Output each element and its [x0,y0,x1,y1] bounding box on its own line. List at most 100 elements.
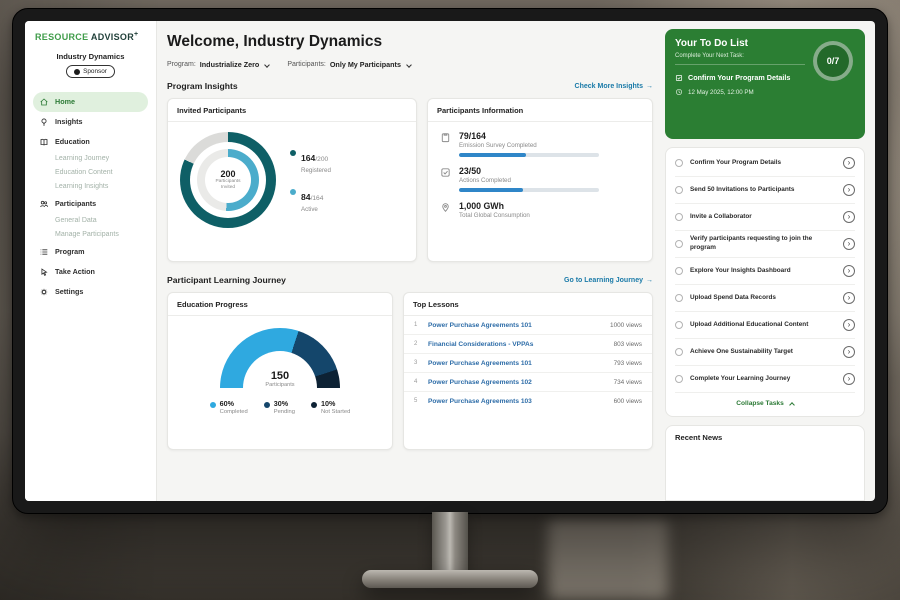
gauge-center-value: 150 [220,370,340,382]
chevron-down-icon [406,62,412,68]
list-icon [39,247,49,257]
task-checkbox[interactable] [675,240,683,248]
task-checkbox[interactable] [675,321,683,329]
lesson-link[interactable]: Power Purchase Agreements 101 [428,322,603,329]
monitor-stand-base [362,570,538,588]
task-checkbox[interactable] [675,267,683,275]
sidebar-item-education-content[interactable]: Education Content [33,166,148,180]
sidebar-item-label: Education [55,137,90,146]
sidebar-item-insights[interactable]: Insights [33,112,148,132]
go-to-learning-journey-link[interactable]: Go to Learning Journey → [564,277,653,284]
task-checkbox[interactable] [675,213,683,221]
arrow-right-icon: → [646,83,653,90]
chevron-right-icon[interactable]: › [843,319,855,331]
lesson-link[interactable]: Power Purchase Agreements 101 [428,360,607,367]
collapse-label: Collapse Tasks [736,400,784,407]
task-checkbox[interactable] [675,348,683,356]
lesson-rank: 2 [414,341,421,347]
lesson-row[interactable]: 4 Power Purchase Agreements 102 734 view… [404,373,652,392]
participants-dropdown[interactable]: Participants: Only My Participants [287,60,411,69]
program-dropdown[interactable]: Program: Industrialize Zero [167,60,269,69]
legend-pending: 30% Pending [264,399,295,415]
stat-global-consumption: 1,000 GWh Total Global Consumption [440,201,640,219]
lesson-views: 600 views [614,398,642,405]
task-row[interactable]: Invite a Collaborator › [675,204,855,231]
sidebar-item-label: Take Action [55,267,95,276]
book-icon [39,137,49,147]
lesson-row[interactable]: 2 Financial Considerations - VPPAs 803 v… [404,335,652,354]
chevron-right-icon[interactable]: › [843,265,855,277]
recent-news-card: Recent News [665,425,865,501]
chevron-right-icon[interactable]: › [843,211,855,223]
sidebar-item-take-action[interactable]: Take Action [33,262,148,282]
top-lessons-card: Top Lessons 1 Power Purchase Agreements … [403,292,653,450]
logo-text-resource: RESOURCE [35,32,88,42]
task-checkbox[interactable] [675,294,683,302]
sidebar-item-settings[interactable]: Settings [33,282,148,302]
progress-bar [459,188,599,192]
sidebar: RESOURCE ADVISOR+ Industry Dynamics Spon… [25,21,157,501]
app-logo: RESOURCE ADVISOR+ [33,31,148,42]
lesson-link[interactable]: Financial Considerations - VPPAs [428,341,607,348]
check-more-insights-link[interactable]: Check More Insights → [575,83,653,90]
lesson-row[interactable]: 1 Power Purchase Agreements 101 1000 vie… [404,316,652,335]
lesson-row[interactable]: 3 Power Purchase Agreements 101 793 view… [404,354,652,373]
learning-journey-header: Participant Learning Journey Go to Learn… [167,275,653,285]
chevron-up-icon [789,402,795,408]
link-label: Go to Learning Journey [564,277,643,284]
lesson-rank: 3 [414,360,421,366]
task-row[interactable]: Confirm Your Program Details › [675,150,855,177]
task-row[interactable]: Verify participants requesting to join t… [675,231,855,258]
lesson-link[interactable]: Power Purchase Agreements 102 [428,379,607,386]
todo-task-list: Confirm Your Program Details › Send 50 I… [665,147,865,417]
sidebar-item-education[interactable]: Education [33,132,148,152]
sidebar-item-label: Insights [55,117,83,126]
task-row[interactable]: Upload Spend Data Records › [675,285,855,312]
program-dropdown-value: Industrialize Zero [200,60,260,69]
lesson-row[interactable]: 5 Power Purchase Agreements 103 600 view… [404,392,652,410]
section-title: Participant Learning Journey [167,275,286,285]
logo-text-advisor: ADVISOR [91,32,134,42]
sidebar-item-participants[interactable]: Participants [33,194,148,214]
gear-icon [39,287,49,297]
chevron-down-icon [264,62,270,68]
sidebar-item-home[interactable]: Home [33,92,148,112]
collapse-tasks-link[interactable]: Collapse Tasks [675,393,855,410]
chevron-right-icon[interactable]: › [843,292,855,304]
chevron-right-icon[interactable]: › [843,238,855,250]
donut-center-value: 200 [220,169,235,179]
check-square-icon [675,74,683,82]
chevron-right-icon[interactable]: › [843,184,855,196]
sidebar-item-manage-participants[interactable]: Manage Participants [33,228,148,242]
sidebar-item-learning-journey[interactable]: Learning Journey [33,152,148,166]
pin-icon [440,202,451,213]
card-title: Top Lessons [404,293,652,316]
chevron-right-icon[interactable]: › [843,346,855,358]
photo-background: RESOURCE ADVISOR+ Industry Dynamics Spon… [0,0,900,600]
lesson-link[interactable]: Power Purchase Agreements 103 [428,398,607,405]
task-row[interactable]: Explore Your Insights Dashboard › [675,258,855,285]
card-title: Education Progress [168,293,392,316]
sidebar-item-program[interactable]: Program [33,242,148,262]
section-title: Program Insights [167,81,238,91]
card-title: Invited Participants [168,99,416,122]
sponsor-badge[interactable]: Sponsor [66,65,115,78]
task-row[interactable]: Send 50 Invitations to Participants › [675,177,855,204]
task-row[interactable]: Upload Additional Educational Content › [675,312,855,339]
desk-light-patch [548,518,668,600]
task-checkbox[interactable] [675,159,683,167]
task-checkbox[interactable] [675,375,683,383]
chevron-right-icon[interactable]: › [843,373,855,385]
invited-participants-card: Invited Participants 200 Participants In… [167,98,417,262]
participants-dropdown-value: Only My Participants [330,60,401,69]
task-row[interactable]: Achieve One Sustainability Target › [675,339,855,366]
legend-dot [290,189,296,195]
legend-dot [290,150,296,156]
sidebar-item-general-data[interactable]: General Data [33,214,148,228]
sidebar-item-learning-insights[interactable]: Learning Insights [33,180,148,194]
recent-news-title: Recent News [675,433,855,442]
home-icon [39,97,49,107]
task-checkbox[interactable] [675,186,683,194]
task-row[interactable]: Complete Your Learning Journey › [675,366,855,393]
chevron-right-icon[interactable]: › [843,157,855,169]
